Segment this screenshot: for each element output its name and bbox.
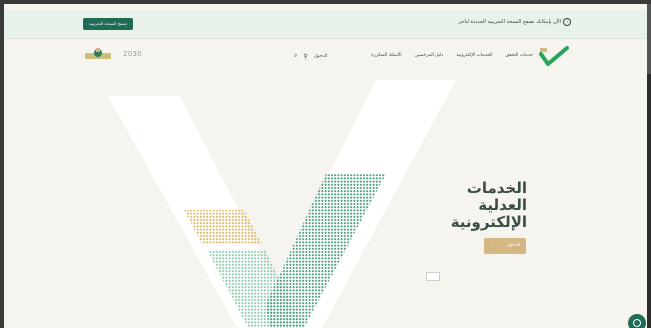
hero-login-button[interactable]: الدخول ‹ [484, 238, 526, 254]
accessibility-chip[interactable] [426, 272, 440, 281]
hero-v-graphic [108, 80, 456, 328]
chat-support-button[interactable] [628, 314, 646, 328]
scrollbar-thumb[interactable] [647, 4, 651, 74]
hero-title-line-1: الخدمات [466, 179, 527, 197]
hero-title-line-3: الإلكترونية [450, 213, 527, 231]
chevron-left-icon: ‹ [491, 243, 493, 249]
hero-title-line-2: العدلية [478, 196, 527, 214]
page-frame: i الآن بإمكانك تصفح النسخة التجريبية الج… [4, 4, 647, 328]
hero-login-label: الدخول [506, 243, 520, 248]
hero-title: الخدمات العدلية الإلكترونية [387, 180, 527, 231]
